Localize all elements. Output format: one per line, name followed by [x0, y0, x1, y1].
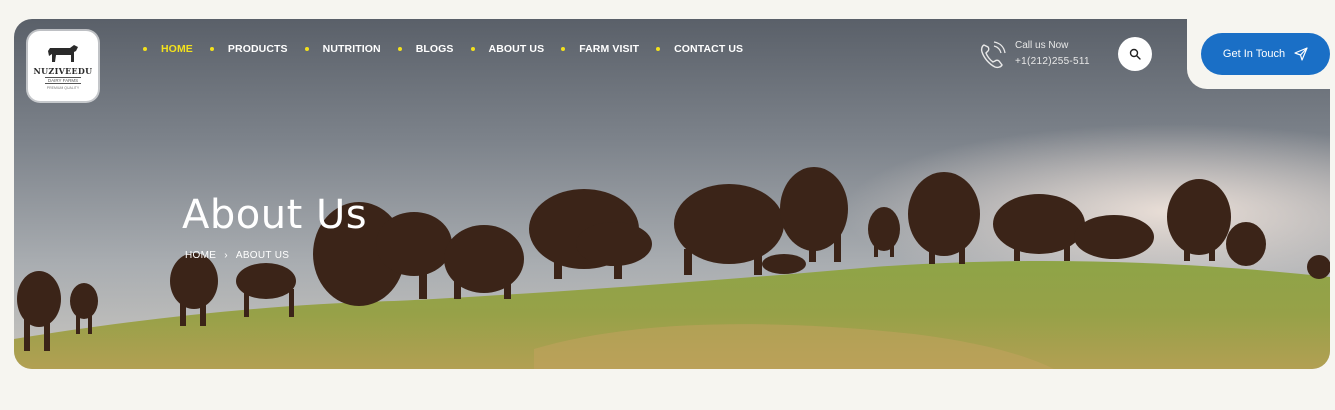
- site-logo[interactable]: NUZIVEEDU DAIRY FARMS PREMIUM QUALITY: [28, 31, 98, 101]
- nav-label: HOME: [161, 43, 193, 55]
- cta-label: Get In Touch: [1222, 48, 1286, 60]
- nav-bullet: [397, 47, 402, 51]
- nav-label: BLOGS: [415, 43, 454, 55]
- main-nav: HOME PRODUCTS NUTRITION BLOGS ABOUT US F…: [143, 42, 760, 56]
- breadcrumb: HOME › ABOUT US: [185, 250, 289, 261]
- search-icon: [1129, 48, 1141, 60]
- call-us-label: Call us Now: [1015, 40, 1069, 51]
- page-title: About Us: [182, 192, 368, 238]
- nav-item-nutrition[interactable]: NUTRITION: [304, 43, 381, 55]
- nav-bullet: [561, 47, 566, 51]
- nav-bullet: [143, 47, 147, 51]
- logo-brand: NUZIVEEDU: [33, 66, 93, 76]
- nav-item-farm-visit[interactable]: FARM VISIT: [561, 43, 639, 55]
- nav-bullet: [209, 47, 214, 51]
- nav-item-products[interactable]: PRODUCTS: [209, 43, 288, 55]
- phone-icon: [980, 41, 1006, 69]
- nav-bullet: [470, 47, 475, 51]
- breadcrumb-separator: ›: [224, 250, 228, 261]
- breadcrumb-home[interactable]: HOME: [185, 250, 216, 261]
- search-button[interactable]: [1118, 37, 1152, 71]
- nav-item-about-us[interactable]: ABOUT US: [470, 43, 545, 55]
- nav-label: ABOUT US: [488, 43, 545, 55]
- nav-label: FARM VISIT: [579, 43, 640, 55]
- get-in-touch-button[interactable]: Get In Touch: [1201, 33, 1330, 75]
- breadcrumb-current: ABOUT US: [235, 250, 290, 261]
- nav-label: PRODUCTS: [227, 43, 288, 55]
- logo-tagline: PREMIUM QUALITY: [46, 86, 80, 90]
- nav-item-home[interactable]: HOME: [143, 43, 193, 55]
- logo-subtitle: DAIRY FARMS: [44, 77, 82, 84]
- phone-number[interactable]: +1(212)255-511: [1015, 56, 1090, 67]
- paper-plane-icon: [1294, 47, 1308, 61]
- nav-bullet: [656, 47, 661, 51]
- nav-label: NUTRITION: [322, 43, 381, 55]
- nav-label: CONTACT US: [674, 43, 744, 55]
- cow-icon: [48, 45, 78, 62]
- nav-item-blogs[interactable]: BLOGS: [397, 43, 454, 55]
- nav-bullet: [304, 47, 309, 51]
- nav-item-contact-us[interactable]: CONTACT US: [656, 43, 743, 55]
